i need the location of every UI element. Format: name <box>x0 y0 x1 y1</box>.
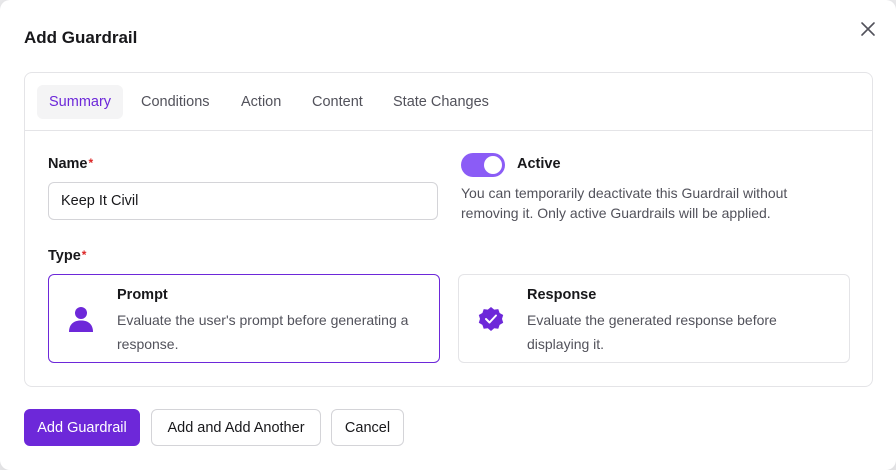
add-guardrail-dialog: Add Guardrail Summary Conditions Action … <box>0 0 896 470</box>
active-label: Active <box>517 156 561 172</box>
toggle-knob <box>484 156 502 174</box>
name-label: Name* <box>48 156 93 172</box>
required-mark: * <box>81 248 87 262</box>
response-description: Evaluate the generated response before d… <box>527 312 777 352</box>
tab-content[interactable]: Content <box>300 85 375 119</box>
user-icon <box>67 305 95 333</box>
tab-state-changes[interactable]: State Changes <box>381 85 501 119</box>
dialog-title: Add Guardrail <box>24 28 138 47</box>
close-icon <box>861 22 875 36</box>
type-option-prompt[interactable]: Prompt Evaluate the user's prompt before… <box>48 274 440 363</box>
active-description: You can temporarily deactivate this Guar… <box>461 185 788 221</box>
active-toggle[interactable] <box>461 153 505 177</box>
prompt-description: Evaluate the user's prompt before genera… <box>117 312 409 352</box>
check-badge-icon <box>477 305 505 333</box>
response-title: Response <box>527 287 597 303</box>
name-label-text: Name <box>48 156 88 172</box>
type-label: Type* <box>48 248 86 264</box>
form-panel: Summary Conditions Action Content State … <box>24 72 873 387</box>
name-input[interactable] <box>48 182 438 220</box>
prompt-title: Prompt <box>117 287 168 303</box>
add-guardrail-button[interactable]: Add Guardrail <box>24 409 140 446</box>
cancel-button[interactable]: Cancel <box>331 409 404 446</box>
tab-summary[interactable]: Summary <box>37 85 124 119</box>
type-option-response[interactable]: Response Evaluate the generated response… <box>458 274 850 363</box>
add-and-add-another-button[interactable]: Add and Add Another <box>151 409 321 446</box>
close-button[interactable] <box>856 17 880 41</box>
type-label-text: Type <box>48 248 81 264</box>
tab-action[interactable]: Action <box>229 85 293 119</box>
tab-bar: Summary Conditions Action Content State … <box>25 73 872 131</box>
tab-conditions[interactable]: Conditions <box>129 85 222 119</box>
required-mark: * <box>88 156 94 170</box>
